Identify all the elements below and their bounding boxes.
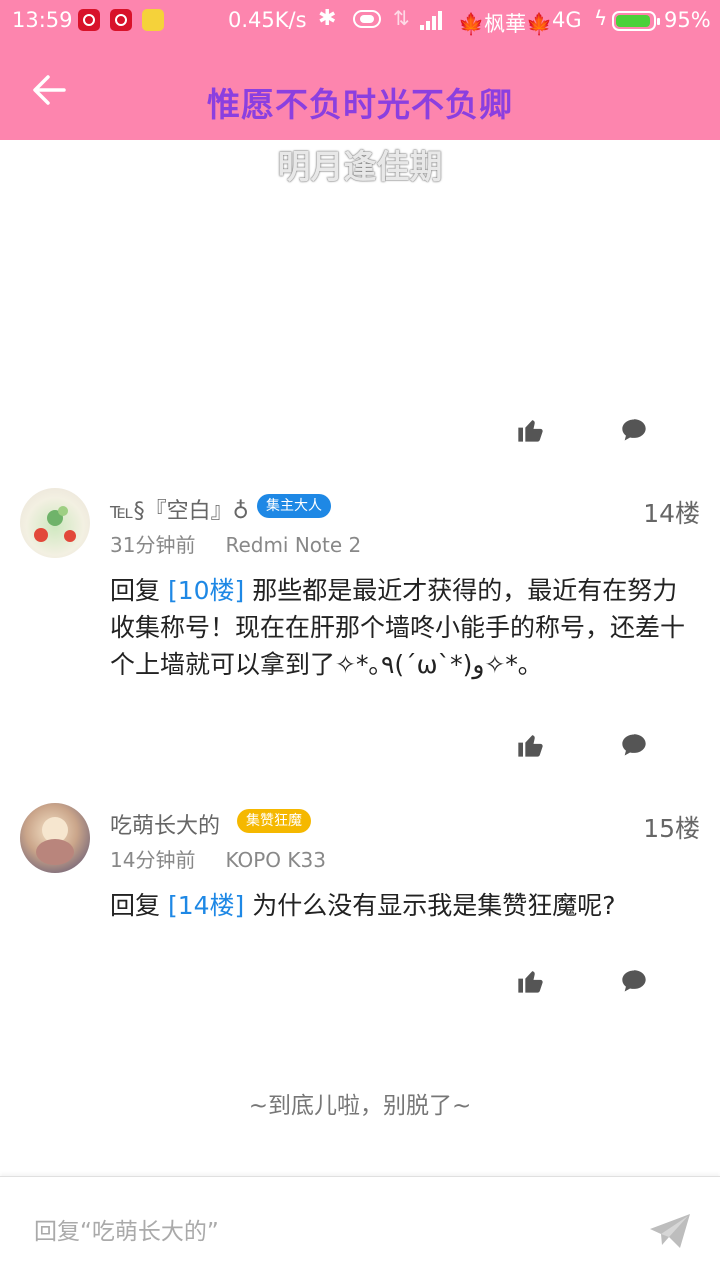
reply-input[interactable]: [34, 1214, 594, 1250]
device-name: Redmi Note 2: [225, 533, 362, 557]
carrier-name: 🍁枫華🍁: [458, 12, 553, 36]
like-button[interactable]: [516, 416, 544, 444]
avatar[interactable]: [20, 488, 90, 558]
comment-actions: [0, 967, 720, 1007]
floor-number: 15楼: [643, 814, 700, 843]
thumbs-up-icon: [518, 971, 543, 993]
bluetooth-icon: ✱: [318, 6, 337, 31]
username[interactable]: ℡§『空白』♁: [110, 493, 249, 525]
comment-button[interactable]: [620, 416, 648, 444]
username[interactable]: 吃萌长大的: [110, 808, 220, 840]
battery-icon: [612, 11, 660, 31]
thumbs-up-icon: [518, 735, 543, 757]
floor-reference-link[interactable]: [10楼]: [168, 576, 244, 605]
like-button[interactable]: [516, 731, 544, 759]
send-icon: [650, 1214, 690, 1248]
send-button[interactable]: [648, 1211, 692, 1251]
floor-number: 14楼: [643, 499, 700, 528]
comment-bubble-icon: [622, 734, 646, 756]
comment-body: 回复 [10楼] 那些都是最近才获得的，最近有在努力收集称号！现在在肝那个墙咚小…: [110, 572, 702, 683]
thumbs-up-icon: [518, 420, 543, 442]
vibrate-icon: [353, 10, 381, 28]
network-speed: 0.45K/s: [228, 8, 307, 32]
avatar[interactable]: [20, 803, 90, 873]
app-header: 13:59 0.45K/s ✱ ⇅ 🍁枫華🍁 4G ϟ 95% 惟愿不负时光不负…: [0, 0, 720, 140]
game-app-icon: [142, 9, 164, 31]
app-screen: 13:59 0.45K/s ✱ ⇅ 🍁枫華🍁 4G ϟ 95% 惟愿不负时光不负…: [0, 0, 720, 1280]
comment-body: 回复 [14楼] 为什么没有显示我是集赞狂魔呢?: [110, 887, 702, 924]
netease-music-icon: [110, 9, 132, 31]
comment-bubble-icon: [622, 970, 646, 992]
netease-music-icon: [78, 9, 100, 31]
comment-meta: 14分钟前 KOPO K33: [110, 844, 326, 873]
page-title: 惟愿不负时光不负卿: [207, 85, 513, 124]
battery-level: [616, 15, 650, 27]
reply-prefix: 回复: [110, 891, 168, 920]
status-time: 13:59: [12, 8, 73, 32]
reply-prefix: 回复: [110, 576, 168, 605]
comment-bubble-icon: [622, 419, 646, 441]
data-transfer-icon: ⇅: [393, 6, 410, 30]
status-bar: 13:59 0.45K/s ✱ ⇅ 🍁枫華🍁 4G ϟ 95%: [0, 0, 720, 40]
charging-icon: ϟ: [594, 6, 608, 30]
post-time: 14分钟前: [110, 848, 196, 872]
floor-reference-link[interactable]: [14楼]: [168, 891, 244, 920]
post-time: 31分钟前: [110, 533, 196, 557]
like-button[interactable]: [516, 967, 544, 995]
comment-button[interactable]: [620, 731, 648, 759]
user-title-badge: 集赞狂魔: [237, 809, 311, 833]
comment-button[interactable]: [620, 967, 648, 995]
end-of-list-text: ~到底儿啦，别脱了~: [248, 1093, 472, 1119]
network-type: 4G: [552, 8, 582, 32]
comment-text: 为什么没有显示我是集赞狂魔呢?: [244, 891, 616, 920]
comment-actions: [0, 731, 720, 771]
reply-bar: [0, 1176, 720, 1280]
battery-percent: 95%: [664, 8, 711, 32]
user-title-badge: 集主大人: [257, 494, 331, 518]
comment-meta: 31分钟前 Redmi Note 2: [110, 529, 361, 558]
post-subtitle: 明月逢佳期: [277, 147, 443, 186]
post-actions: [0, 416, 720, 456]
signal-icon: [420, 10, 444, 30]
device-name: KOPO K33: [225, 848, 326, 872]
